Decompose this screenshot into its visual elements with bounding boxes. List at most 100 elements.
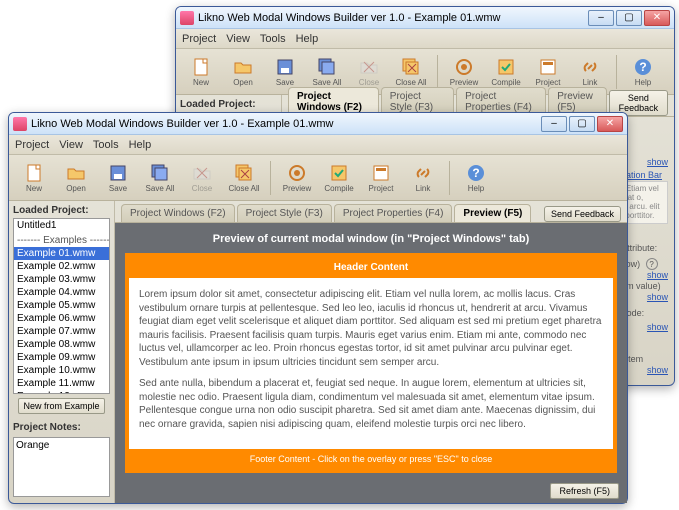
preview-icon (454, 57, 474, 77)
list-item[interactable]: Example 09.wmw (14, 351, 109, 364)
toolbar-open-button[interactable]: Open (57, 158, 95, 198)
show-link[interactable]: show (647, 292, 668, 303)
toolbar-open-button[interactable]: Open (224, 52, 262, 92)
toolbar-compile-button[interactable]: Compile (487, 52, 525, 92)
menu-view[interactable]: View (59, 139, 83, 151)
help-icon: ? (633, 57, 653, 77)
tab-project-windows[interactable]: Project Windows (F2) (121, 204, 235, 222)
help-icon[interactable]: ? (646, 258, 658, 270)
help-icon: ? (466, 163, 486, 183)
menu-help[interactable]: Help (296, 33, 319, 45)
front-window: Likno Web Modal Windows Builder ver 1.0 … (8, 112, 628, 504)
sidebar: Loaded Project: Untitled1 ------- Example… (9, 201, 115, 503)
link-icon (413, 163, 433, 183)
closeall-icon (234, 163, 254, 183)
list-item[interactable]: Example 06.wmw (14, 312, 109, 325)
app-icon (13, 117, 27, 131)
loaded-project-label: Loaded Project: (13, 205, 110, 216)
list-item[interactable]: Example 10.wmw (14, 364, 109, 377)
toolbar-save-button[interactable]: Save (99, 158, 137, 198)
project-list[interactable]: Untitled1------- Examples -------Example… (13, 218, 110, 394)
new-icon (24, 163, 44, 183)
toolbar-preview-button[interactable]: Preview (445, 52, 483, 92)
close-icon (192, 163, 212, 183)
toolbar-close-all-button[interactable]: Close All (225, 158, 263, 198)
tab-bar: Project Windows (F2) Project Style (F3) … (115, 201, 627, 223)
show-link[interactable]: show (647, 270, 668, 281)
project-icon (538, 57, 558, 77)
toolbar-compile-button[interactable]: Compile (320, 158, 358, 198)
open-icon (233, 57, 253, 77)
menu-tools[interactable]: Tools (260, 33, 286, 45)
minimize-button[interactable]: – (541, 116, 567, 132)
menu-view[interactable]: View (226, 33, 250, 45)
list-item[interactable]: Example 01.wmw (14, 247, 109, 260)
tab-preview[interactable]: Preview (F5) (454, 204, 531, 222)
menu-tools[interactable]: Tools (93, 139, 119, 151)
modal-body: Lorem ipsum dolor sit amet, consectetur … (129, 278, 613, 449)
show-link[interactable]: show (647, 157, 668, 168)
toolbar-new-button[interactable]: New (182, 52, 220, 92)
tab-project-properties[interactable]: Project Properties (F4) (334, 204, 453, 222)
project-notes-label: Project Notes: (13, 422, 110, 433)
minimize-button[interactable]: – (588, 10, 614, 26)
toolbar-preview-button[interactable]: Preview (278, 158, 316, 198)
new-from-example-button[interactable]: New from Example (18, 398, 104, 414)
saveall-icon (150, 163, 170, 183)
svg-text:?: ? (472, 166, 479, 180)
project-icon (371, 163, 391, 183)
new-icon (191, 57, 211, 77)
menu-project[interactable]: Project (182, 33, 216, 45)
list-item[interactable]: Example 07.wmw (14, 325, 109, 338)
toolbar-new-button[interactable]: New (15, 158, 53, 198)
list-item[interactable]: Example 05.wmw (14, 299, 109, 312)
send-feedback-button[interactable]: Send Feedback (544, 206, 621, 222)
list-item[interactable]: Untitled1 (14, 219, 109, 232)
list-item[interactable]: Example 03.wmw (14, 273, 109, 286)
list-item[interactable]: Example 04.wmw (14, 286, 109, 299)
toolbar-close-all-button[interactable]: Close All (392, 52, 430, 92)
close-button[interactable]: ✕ (644, 10, 670, 26)
show-link[interactable]: show (647, 322, 668, 333)
preview-icon (287, 163, 307, 183)
saveall-icon (317, 57, 337, 77)
titlebar[interactable]: Likno Web Modal Windows Builder ver 1.0 … (9, 113, 627, 135)
app-icon (180, 11, 194, 25)
window-title: Likno Web Modal Windows Builder ver 1.0 … (31, 118, 541, 130)
modal-paragraph: Lorem ipsum dolor sit amet, consectetur … (139, 288, 603, 369)
compile-icon (329, 163, 349, 183)
list-item[interactable]: ------- Examples ------- (14, 234, 109, 247)
maximize-button[interactable]: ▢ (569, 116, 595, 132)
toolbar-link-button[interactable]: Link (404, 158, 442, 198)
toolbar-save-all-button[interactable]: Save All (308, 52, 346, 92)
close-button[interactable]: ✕ (597, 116, 623, 132)
list-item[interactable]: Example 12.wmw (14, 390, 109, 394)
maximize-button[interactable]: ▢ (616, 10, 642, 26)
list-item[interactable]: Example 02.wmw (14, 260, 109, 273)
list-item[interactable]: Example 08.wmw (14, 338, 109, 351)
toolbar-close-button[interactable]: Close (350, 52, 388, 92)
save-icon (275, 57, 295, 77)
toolbar-close-button[interactable]: Close (183, 158, 221, 198)
show-link[interactable]: show (647, 365, 668, 376)
project-notes-input[interactable]: Orange (13, 437, 110, 497)
refresh-button[interactable]: Refresh (F5) (550, 483, 619, 499)
modal-footer: Footer Content - Click on the overlay or… (129, 449, 613, 469)
toolbar-link-button[interactable]: Link (571, 52, 609, 92)
menu-project[interactable]: Project (15, 139, 49, 151)
toolbar-save-all-button[interactable]: Save All (141, 158, 179, 198)
toolbar-help-button[interactable]: ?Help (457, 158, 495, 198)
toolbar-project-button[interactable]: Project (362, 158, 400, 198)
toolbar-help-button[interactable]: ?Help (624, 52, 662, 92)
titlebar[interactable]: Likno Web Modal Windows Builder ver 1.0 … (176, 7, 674, 29)
menu-help[interactable]: Help (129, 139, 152, 151)
main-panel: Project Windows (F2) Project Style (F3) … (115, 201, 627, 503)
toolbar-save-button[interactable]: Save (266, 52, 304, 92)
window-title: Likno Web Modal Windows Builder ver 1.0 … (198, 12, 588, 24)
toolbar-project-button[interactable]: Project (529, 52, 567, 92)
preview-stage: Preview of current modal window (in "Pro… (115, 223, 627, 503)
tab-project-style[interactable]: Project Style (F3) (237, 204, 332, 222)
menubar: Project View Tools Help (9, 135, 627, 155)
modal-paragraph: Sed ante nulla, bibendum a placerat et, … (139, 377, 603, 431)
list-item[interactable]: Example 11.wmw (14, 377, 109, 390)
